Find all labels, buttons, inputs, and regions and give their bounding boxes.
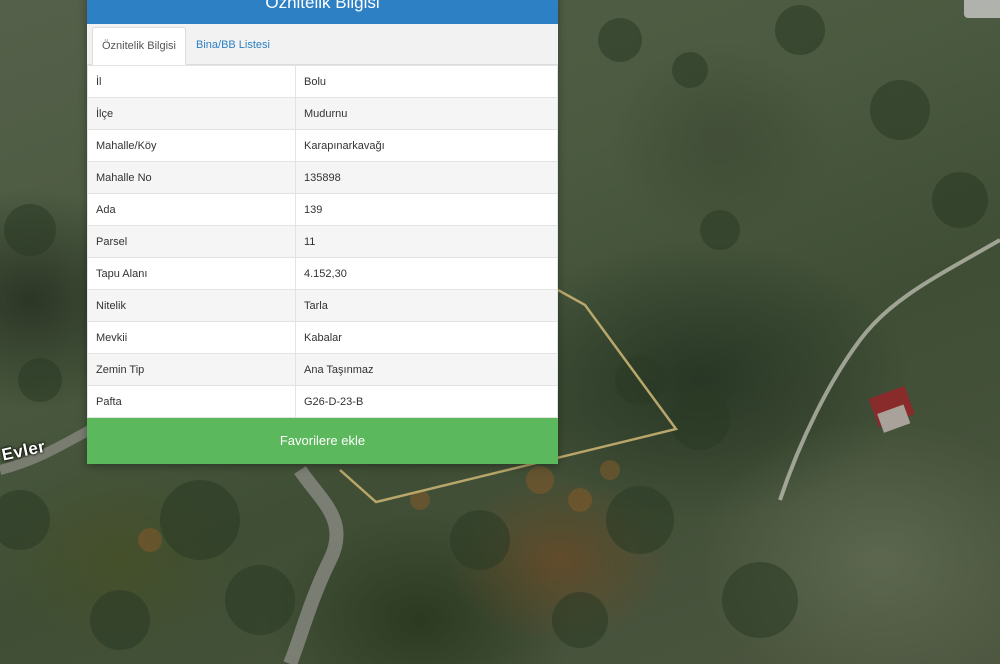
row-value: 139 <box>295 193 558 226</box>
row-key: Mahalle/Köy <box>87 129 296 162</box>
table-row: İlçe Mudurnu <box>87 97 558 130</box>
table-row: Tapu Alanı 4.152,30 <box>87 257 558 290</box>
row-key: Tapu Alanı <box>87 257 296 290</box>
tab-bar: Öznitelik Bilgisi Bina/BB Listesi <box>87 24 558 65</box>
attribute-panel: Öznitelik Bilgisi Öznitelik Bilgisi Bina… <box>87 0 558 464</box>
row-value: Tarla <box>295 289 558 322</box>
table-row: Mahalle No 135898 <box>87 161 558 194</box>
table-row: Nitelik Tarla <box>87 289 558 322</box>
tab-attribute-info[interactable]: Öznitelik Bilgisi <box>92 27 186 65</box>
table-row: İl Bolu <box>87 65 558 98</box>
table-row: Mevkii Kabalar <box>87 321 558 354</box>
table-row: Pafta G26-D-23-B <box>87 385 558 418</box>
row-key: İl <box>87 65 296 98</box>
map-control-button[interactable] <box>964 0 1000 18</box>
table-row: Zemin Tip Ana Taşınmaz <box>87 353 558 386</box>
row-value: 11 <box>295 225 558 258</box>
row-value: Karapınarkavağı <box>295 129 558 162</box>
row-key: Zemin Tip <box>87 353 296 386</box>
table-row: Ada 139 <box>87 193 558 226</box>
row-key: İlçe <box>87 97 296 130</box>
row-key: Ada <box>87 193 296 226</box>
table-row: Parsel 11 <box>87 225 558 258</box>
row-key: Mahalle No <box>87 161 296 194</box>
row-value: Mudurnu <box>295 97 558 130</box>
row-key: Nitelik <box>87 289 296 322</box>
row-value: Ana Taşınmaz <box>295 353 558 386</box>
row-value: 135898 <box>295 161 558 194</box>
table-row: Mahalle/Köy Karapınarkavağı <box>87 129 558 162</box>
row-value: G26-D-23-B <box>295 385 558 418</box>
attribute-table: İl Bolu İlçe Mudurnu Mahalle/Köy Karapın… <box>87 65 558 418</box>
row-value: Kabalar <box>295 321 558 354</box>
panel-title: Öznitelik Bilgisi <box>87 0 558 24</box>
row-value: 4.152,30 <box>295 257 558 290</box>
row-key: Pafta <box>87 385 296 418</box>
row-key: Parsel <box>87 225 296 258</box>
tab-building-list[interactable]: Bina/BB Listesi <box>187 27 279 63</box>
row-key: Mevkii <box>87 321 296 354</box>
add-to-favorites-button[interactable]: Favorilere ekle <box>87 418 558 464</box>
row-value: Bolu <box>295 65 558 98</box>
